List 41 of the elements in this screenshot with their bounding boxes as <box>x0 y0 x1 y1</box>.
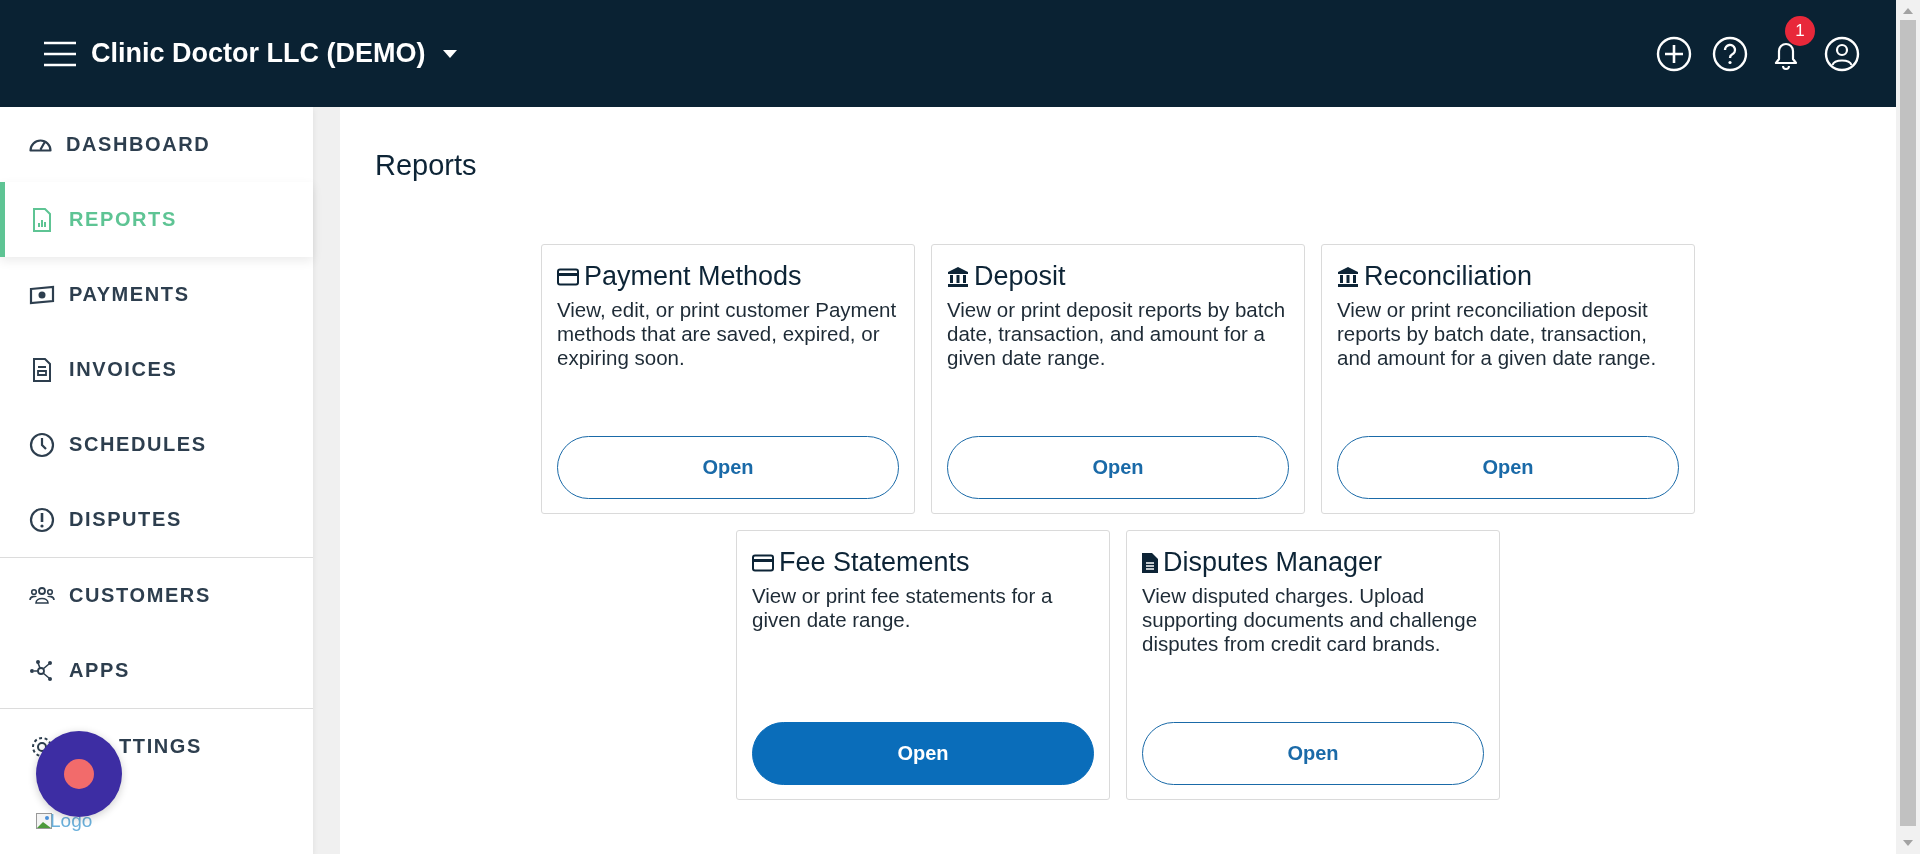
card-title: Deposit <box>974 261 1066 292</box>
nav-item[interactable]: TTINGS <box>0 709 313 784</box>
nav-item[interactable]: DASHBOARD <box>0 107 313 182</box>
help-icon[interactable] <box>1712 35 1748 72</box>
nav-item[interactable]: DISPUTES <box>0 482 313 557</box>
card-description: View or print fee statements for a given date range. <box>752 584 1054 633</box>
card-title: Payment Methods <box>584 261 802 292</box>
card-title: Fee Statements <box>779 547 970 578</box>
open-button[interactable]: Open <box>1337 436 1679 499</box>
gauge-icon <box>29 137 52 152</box>
bank-icon <box>1337 266 1359 287</box>
page-title: Reports <box>375 149 478 182</box>
card-title: Disputes Manager <box>1163 547 1383 578</box>
card-description: View, edit, or print customer Payment methods that are saved, expired, or expiring soon. <box>557 298 898 371</box>
nav-item[interactable]: APPS <box>0 633 313 708</box>
notification-badge: 1 <box>1785 15 1815 46</box>
account-icon[interactable] <box>1824 35 1860 72</box>
menu-icon[interactable] <box>43 40 77 67</box>
caret-icon[interactable] <box>443 49 458 58</box>
bank-icon <box>947 266 969 287</box>
card-title: Reconciliation <box>1364 261 1533 292</box>
nav-item[interactable]: INVOICES <box>0 332 313 407</box>
add-icon[interactable] <box>1656 35 1692 72</box>
credit-card-icon <box>557 267 579 286</box>
alert-icon <box>29 506 55 533</box>
open-button[interactable]: Open <box>947 436 1289 499</box>
card-description: View disputed charges. Upload supporting documents and challenge disputes from credit card brands. <box>1142 584 1479 657</box>
nav-item[interactable]: PAYMENTS <box>0 257 313 332</box>
card-description: View or print reconciliation deposit reports by batch date, transaction, and amount for a given date range. <box>1337 298 1658 371</box>
nav-item[interactable]: SCHEDULES <box>0 407 313 482</box>
broken-image-icon <box>36 813 52 829</box>
company-name[interactable]: Clinic Doctor LLC (DEMO) <box>91 38 426 69</box>
card-description: View or print deposit reports by batch date, transaction, and amount for a given date range. <box>947 298 1287 371</box>
open-button[interactable]: Open <box>557 436 899 499</box>
open-button[interactable]: Open <box>1142 722 1484 785</box>
document-icon <box>1142 552 1158 573</box>
network-icon <box>29 657 55 684</box>
nav-item[interactable]: CUSTOMERS <box>0 558 313 633</box>
clock-icon <box>29 431 55 458</box>
credit-card-icon <box>752 553 774 572</box>
open-button[interactable]: Open <box>752 722 1094 785</box>
